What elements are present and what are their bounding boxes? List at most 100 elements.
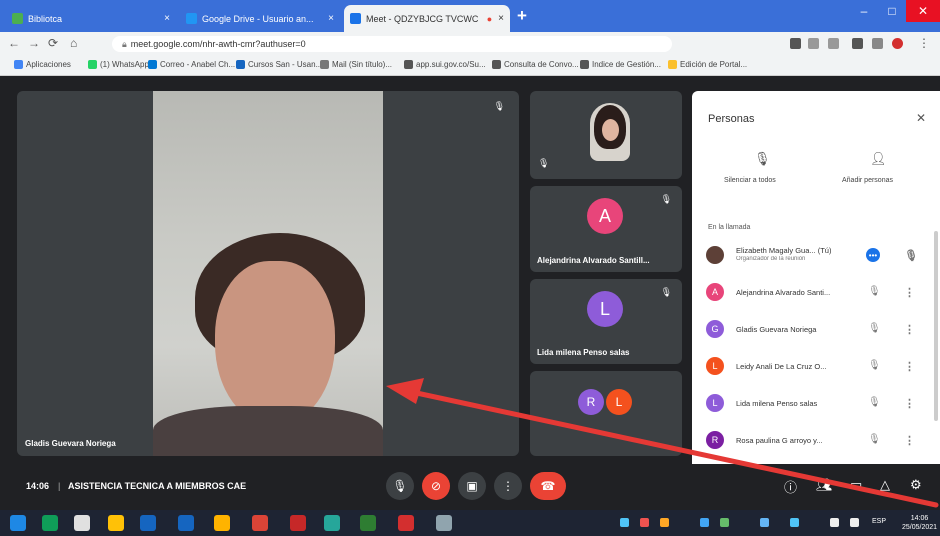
- more-options-icon[interactable]: ⋮: [904, 323, 915, 336]
- star-icon[interactable]: [828, 38, 839, 49]
- avatar: [706, 246, 724, 264]
- participant-row[interactable]: Elizabeth Magaly Gua... (Tú) Organizador…: [706, 241, 928, 271]
- tab-favicon-icon: [350, 13, 361, 24]
- info-icon[interactable]: ⓘ: [784, 477, 797, 496]
- activities-icon[interactable]: △: [880, 477, 890, 493]
- browser-tab-2[interactable]: Google Drive - Usuario an... ×: [180, 5, 340, 32]
- bookmark-item[interactable]: (1) WhatsApp: [88, 60, 149, 69]
- minimize-button[interactable]: –: [850, 0, 878, 22]
- taskbar-app-icon[interactable]: [74, 515, 90, 531]
- share-icon[interactable]: [808, 38, 819, 49]
- tray-icon[interactable]: [620, 518, 629, 527]
- more-options-button[interactable]: ⋮: [494, 472, 522, 500]
- more-options-icon[interactable]: ⋮: [904, 434, 915, 447]
- tray-icon[interactable]: [660, 518, 669, 527]
- more-options-icon[interactable]: ⋮: [904, 286, 915, 299]
- meeting-title: ASISTENCIA TECNICA A MIEMBROS CAE: [68, 481, 247, 491]
- chat-icon[interactable]: ▭: [850, 477, 862, 493]
- participant-name: Lida milena Penso salas: [537, 348, 630, 357]
- more-options-icon[interactable]: ⋮: [904, 397, 915, 410]
- participant-row[interactable]: A Alejandrina Alvarado Santi... 🎙︎ ⋮: [706, 278, 928, 308]
- back-arrow-icon[interactable]: ←: [8, 36, 20, 50]
- add-people-button[interactable]: Añadir personas: [842, 177, 893, 184]
- avatar: R: [706, 431, 724, 449]
- bookmark-item[interactable]: Consulta de Convo...: [492, 60, 579, 69]
- leave-call-button[interactable]: ☎︎: [530, 472, 566, 500]
- clock[interactable]: 14:06 25/05/2021: [902, 514, 937, 532]
- chrome-icon[interactable]: [252, 515, 268, 531]
- new-tab-button[interactable]: +: [517, 6, 527, 26]
- profile-avatar-icon[interactable]: [892, 38, 903, 49]
- bookmark-item[interactable]: app.sui.gov.co/Su...: [404, 60, 486, 69]
- people-icon[interactable]: 👥︎: [816, 477, 833, 493]
- browser-tab-3-active[interactable]: Meet - QDZYBJCG TVCWC ● ×: [344, 5, 510, 32]
- mic-off-icon: 🎙︎: [660, 287, 672, 297]
- tray-icon[interactable]: [700, 518, 709, 527]
- taskbar-app-icon[interactable]: [42, 515, 58, 531]
- volume-icon[interactable]: [850, 518, 859, 527]
- mic-icon: 🎙︎: [904, 250, 918, 262]
- bookmark-item[interactable]: Edición de Portal...: [668, 60, 747, 69]
- file-explorer-icon[interactable]: [108, 515, 124, 531]
- excel-icon[interactable]: [360, 515, 376, 531]
- maximize-button[interactable]: □: [878, 0, 906, 22]
- participant-name: Leidy Anali De La Cruz O...: [736, 362, 827, 371]
- home-icon[interactable]: ⌂: [70, 36, 77, 50]
- reload-icon[interactable]: ⟳: [48, 36, 58, 50]
- bookmark-item[interactable]: Indice de Gestión...: [580, 60, 661, 69]
- close-icon[interactable]: ×: [164, 13, 170, 24]
- forward-arrow-icon[interactable]: →: [28, 36, 40, 50]
- more-options-icon[interactable]: ⋮: [904, 360, 915, 373]
- microphone-button[interactable]: 🎙︎: [386, 472, 414, 500]
- bookmark-item[interactable]: Correo - Anabel Ch...: [148, 60, 235, 69]
- menu-kebab-icon[interactable]: ⋮: [918, 36, 930, 50]
- mic-icon: 🎙︎: [392, 479, 408, 493]
- present-button[interactable]: ▣: [458, 472, 486, 500]
- close-icon[interactable]: ×: [328, 13, 334, 24]
- taskbar-app-icon[interactable]: [436, 515, 452, 531]
- camera-icon[interactable]: [790, 38, 801, 49]
- main-participant-tile[interactable]: 🎙︎ Gladis Guevara Noriega: [17, 91, 519, 456]
- tray-icon[interactable]: [640, 518, 649, 527]
- side-tile-group[interactable]: R L: [530, 371, 682, 456]
- side-tile-participant[interactable]: L 🎙︎ Lida milena Penso salas: [530, 279, 682, 364]
- tray-icon[interactable]: [720, 518, 729, 527]
- powerpoint-icon[interactable]: [290, 515, 306, 531]
- mute-all-button[interactable]: Silenciar a todos: [724, 177, 776, 184]
- avatar: A: [706, 283, 724, 301]
- bookmark-item[interactable]: Aplicaciones: [14, 60, 71, 69]
- scrollbar[interactable]: [934, 231, 938, 421]
- network-icon[interactable]: [830, 518, 839, 527]
- url-field[interactable]: 🔒︎ meet.google.com/nhr-awth-cmr?authuser=…: [112, 36, 672, 52]
- participant-name: Lida milena Penso salas: [736, 399, 818, 408]
- bookmarks-bar: Aplicaciones (1) WhatsApp Correo - Anabe…: [0, 56, 940, 76]
- participant-row[interactable]: G Gladis Guevara Noriega 🎙︎ ⋮: [706, 315, 928, 345]
- tray-icon[interactable]: [760, 518, 769, 527]
- participant-row[interactable]: R Rosa paulina G arroyo y... 🎙︎ ⋮: [706, 426, 928, 456]
- language-indicator[interactable]: ESP: [872, 518, 886, 525]
- extension-icon[interactable]: [852, 38, 863, 49]
- lock-icon[interactable]: ⚙︎: [910, 477, 922, 493]
- side-tile-participant[interactable]: A 🎙︎ Alejandrina Alvarado Santill...: [530, 186, 682, 272]
- word-icon[interactable]: [178, 515, 194, 531]
- taskbar-app-icon[interactable]: [140, 515, 156, 531]
- participant-row[interactable]: L Lida milena Penso salas 🎙︎ ⋮: [706, 389, 928, 419]
- bookmark-item[interactable]: Cursos San - Usan...: [236, 60, 322, 69]
- close-icon[interactable]: ✕: [916, 111, 926, 125]
- taskbar-app-icon[interactable]: [324, 515, 340, 531]
- reading-list-icon[interactable]: [872, 38, 883, 49]
- start-button-icon[interactable]: [10, 515, 26, 531]
- taskbar-app-icon[interactable]: [214, 515, 230, 531]
- close-icon[interactable]: ×: [498, 13, 504, 24]
- close-window-button[interactable]: ✕: [906, 0, 940, 22]
- mute-all-icon[interactable]: 🎙︎: [754, 151, 771, 167]
- participant-row[interactable]: L Leidy Anali De La Cruz O... 🎙︎ ⋮: [706, 352, 928, 382]
- bookmark-item[interactable]: Mail (Sin título)...: [320, 60, 392, 69]
- bookmark-icon: [320, 60, 329, 69]
- camera-button[interactable]: ⊘: [422, 472, 450, 500]
- acrobat-icon[interactable]: [398, 515, 414, 531]
- browser-tab-1[interactable]: Bibliotca ×: [6, 5, 176, 32]
- add-person-icon[interactable]: 👤︎: [870, 151, 887, 167]
- tray-icon[interactable]: [790, 518, 799, 527]
- side-tile-video[interactable]: 🎙︎: [530, 91, 682, 179]
